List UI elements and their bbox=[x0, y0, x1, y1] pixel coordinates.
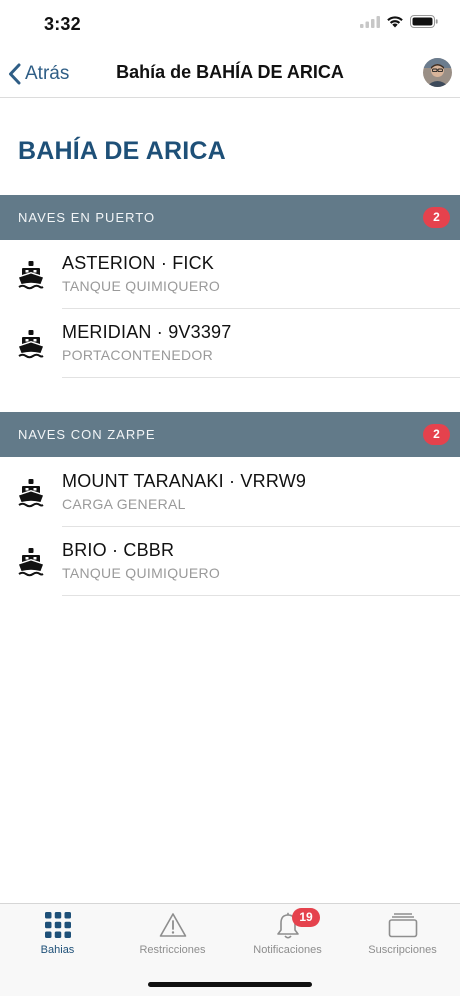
home-indicator[interactable] bbox=[148, 982, 312, 987]
ship-icon bbox=[18, 261, 44, 290]
warning-icon bbox=[159, 913, 186, 937]
ship-icon bbox=[18, 548, 44, 577]
ship-type: TANQUE QUIMIQUERO bbox=[62, 278, 221, 294]
ship-name: MERIDIAN · 9V3397 bbox=[62, 322, 232, 342]
ship-icon bbox=[18, 479, 44, 508]
tab-suscripciones[interactable]: Suscripciones bbox=[345, 904, 460, 964]
signal-icon bbox=[360, 15, 380, 28]
row-divider bbox=[62, 377, 460, 378]
ship-type: TANQUE QUIMIQUERO bbox=[62, 565, 221, 581]
tab-bar: Bahias Restricciones 19 Notificaciones S… bbox=[0, 903, 460, 996]
wifi-icon bbox=[387, 16, 403, 28]
ship-name: BRIO · CBBR bbox=[62, 540, 175, 560]
avatar[interactable] bbox=[423, 58, 452, 87]
user-avatar-icon bbox=[423, 58, 452, 87]
ship-type: PORTACONTENEDOR bbox=[62, 347, 213, 363]
section-title: NAVES CON ZARPE bbox=[18, 427, 156, 442]
ship-row[interactable]: ASTERION · FICK TANQUE QUIMIQUERO bbox=[0, 240, 460, 309]
tab-label: Suscripciones bbox=[368, 944, 437, 956]
notification-count-badge: 19 bbox=[292, 908, 320, 927]
tab-restricciones[interactable]: Restricciones bbox=[115, 904, 230, 964]
tab-label: Notificaciones bbox=[253, 944, 322, 956]
ship-row[interactable]: MOUNT TARANAKI · VRRW9 CARGA GENERAL bbox=[0, 458, 460, 527]
tab-notificaciones[interactable]: 19 Notificaciones bbox=[230, 904, 345, 964]
page-title: BAHÍA DE ARICA bbox=[18, 137, 226, 165]
section-header-naves-con-zarpe: NAVES CON ZARPE 2 bbox=[0, 412, 460, 457]
ship-name: MOUNT TARANAKI · VRRW9 bbox=[62, 471, 307, 491]
row-divider bbox=[62, 595, 460, 596]
status-time: 3:32 bbox=[44, 14, 81, 34]
ship-name: ASTERION · FICK bbox=[62, 253, 215, 273]
section-title: NAVES EN PUERTO bbox=[18, 210, 156, 225]
ship-row[interactable]: BRIO · CBBR TANQUE QUIMIQUERO bbox=[0, 527, 460, 596]
section-header-naves-en-puerto: NAVES EN PUERTO 2 bbox=[0, 195, 460, 240]
battery-icon bbox=[410, 15, 438, 28]
status-bar: 3:32 bbox=[0, 0, 460, 50]
count-badge: 2 bbox=[423, 207, 450, 228]
ship-icon bbox=[18, 330, 44, 359]
nav-title: Bahía de BAHÍA DE ARICA bbox=[116, 62, 344, 82]
navigation-bar: Atrás Bahía de BAHÍA DE ARICA bbox=[0, 50, 460, 98]
ship-type: CARGA GENERAL bbox=[62, 496, 186, 512]
count-badge: 2 bbox=[423, 424, 450, 445]
tab-label: Bahias bbox=[40, 944, 75, 956]
ship-row[interactable]: MERIDIAN · 9V3397 PORTACONTENEDOR bbox=[0, 309, 460, 378]
status-icons bbox=[360, 15, 438, 28]
tab-bahias[interactable]: Bahias bbox=[0, 904, 115, 964]
stack-icon bbox=[388, 913, 417, 938]
tab-label: Restricciones bbox=[139, 944, 206, 956]
grid-icon bbox=[44, 912, 71, 938]
